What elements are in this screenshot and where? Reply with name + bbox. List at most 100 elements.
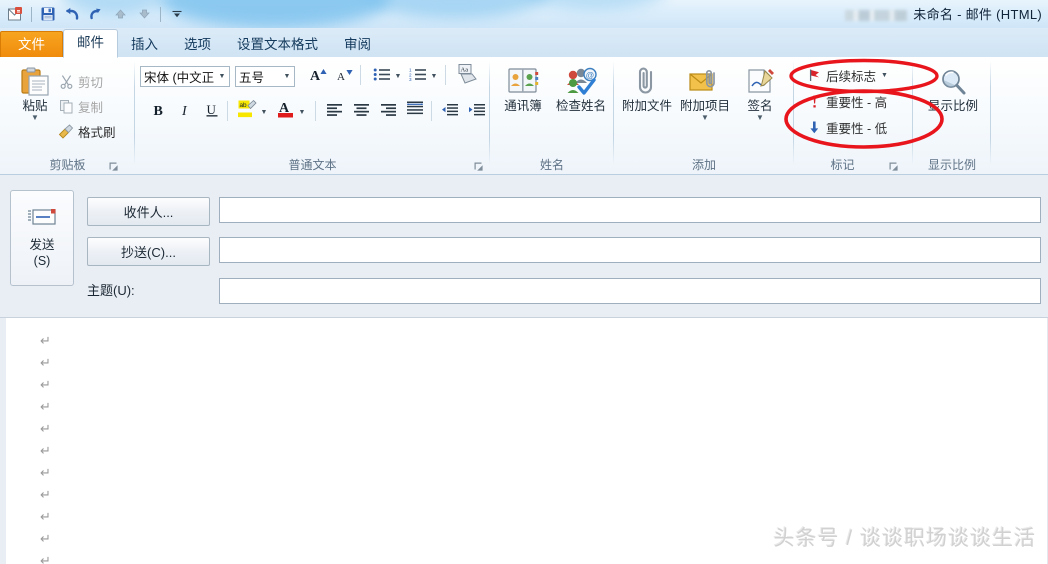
svg-text:@: @	[586, 70, 595, 80]
font-size-dropdown-icon[interactable]: ▼	[280, 67, 294, 86]
basic-text-divider-4	[315, 101, 316, 121]
follow-up-caret-icon[interactable]: ▼	[881, 72, 888, 79]
justify-button[interactable]	[404, 101, 426, 122]
format-painter-button[interactable]: 格式刷	[56, 121, 118, 141]
send-button[interactable]: 发送 (S)	[10, 190, 74, 286]
font-size-combo[interactable]: 五号 ▼	[235, 66, 295, 87]
cc-button[interactable]: 抄送(C)...	[87, 237, 210, 266]
redo-icon[interactable]	[85, 3, 107, 25]
high-importance-button[interactable]: 重要性 - 高	[804, 91, 889, 111]
clipboard-dialog-launcher[interactable]	[108, 161, 119, 172]
grow-font-icon: A	[309, 66, 328, 88]
redacted-account-name	[845, 10, 908, 22]
tags-dialog-launcher[interactable]	[888, 161, 899, 172]
customize-qat-icon[interactable]	[166, 3, 188, 25]
align-left-button[interactable]	[323, 102, 345, 123]
svg-text:I: I	[181, 104, 188, 118]
follow-up-button[interactable]: 后续标志 ▼	[804, 65, 890, 85]
underline-button[interactable]: U	[201, 102, 223, 123]
low-importance-button[interactable]: 重要性 - 低	[804, 117, 889, 137]
clear-formatting-icon: Aa	[456, 63, 480, 90]
tab-insert[interactable]: 插入	[118, 32, 171, 58]
tab-message[interactable]: 邮件	[63, 29, 118, 58]
font-name-value: 宋体 (中文正	[144, 71, 215, 85]
bold-button[interactable]: B	[148, 102, 170, 123]
attach-item-button[interactable]: 附加项目 ▼	[676, 65, 734, 122]
low-importance-label: 重要性 - 低	[826, 121, 888, 136]
check-names-button[interactable]: @ 检查姓名	[552, 65, 610, 114]
attach-file-button[interactable]: 附加文件	[618, 65, 676, 114]
high-importance-label: 重要性 - 高	[826, 95, 888, 110]
align-right-icon	[380, 103, 397, 122]
paragraph-mark: ↵	[40, 554, 51, 564]
undo-icon[interactable]	[61, 3, 83, 25]
paragraph-mark: ↵	[40, 532, 51, 547]
bullets-caret-icon[interactable]: ▼	[393, 66, 403, 86]
paste-button[interactable]: 粘贴 ▼	[7, 65, 63, 122]
cut-button[interactable]: 剪切	[56, 71, 105, 91]
address-book-button[interactable]: 通讯簿	[494, 65, 552, 114]
font-color-button[interactable]: A	[275, 101, 297, 122]
basic-text-divider-5	[431, 101, 432, 121]
next-item-icon[interactable]	[133, 3, 155, 25]
signature-caret-icon[interactable]: ▼	[734, 114, 786, 122]
paste-label: 粘贴	[22, 99, 48, 113]
signature-button[interactable]: 签名 ▼	[734, 65, 786, 122]
font-name-dropdown-icon[interactable]: ▼	[215, 67, 229, 86]
grow-font-button[interactable]: A	[307, 66, 329, 87]
align-right-button[interactable]	[377, 102, 399, 123]
ribbon-group-clipboard: 粘贴 ▼ 剪切 复制 格式刷 剪贴板	[0, 57, 135, 174]
shrink-font-button[interactable]: A	[333, 66, 355, 87]
copy-button[interactable]: 复制	[56, 96, 105, 116]
tab-options[interactable]: 选项	[171, 32, 224, 58]
outlook-icon[interactable]	[4, 3, 26, 25]
zoom-button[interactable]: 显示比例	[922, 65, 984, 114]
paste-caret-icon[interactable]: ▼	[7, 114, 63, 122]
attach-item-caret-icon[interactable]: ▼	[676, 114, 734, 122]
align-left-icon	[326, 103, 343, 122]
signature-label: 签名	[747, 99, 773, 113]
format-painter-icon	[58, 123, 74, 139]
window-title-text: 未命名 - 邮件 (HTML)	[913, 7, 1042, 22]
numbering-button[interactable]: 1 2 3	[407, 66, 429, 87]
quick-access-toolbar	[4, 2, 188, 26]
paste-icon	[7, 65, 63, 99]
basic-text-dialog-launcher[interactable]	[473, 161, 484, 172]
high-importance-icon	[806, 93, 822, 109]
tab-file[interactable]: 文件	[0, 31, 63, 58]
bullets-button[interactable]	[371, 66, 393, 87]
shrink-font-icon: A	[335, 66, 354, 88]
paragraph-mark: ↵	[40, 400, 51, 415]
svg-text:Aa: Aa	[461, 66, 469, 73]
qat-divider-2	[160, 6, 161, 22]
text-highlight-button[interactable]: ab	[235, 99, 259, 124]
clear-formatting-button[interactable]: Aa	[455, 63, 481, 90]
cc-input[interactable]	[219, 237, 1041, 263]
align-center-button[interactable]	[350, 102, 372, 123]
cut-icon	[58, 73, 74, 89]
text-highlight-caret-icon[interactable]: ▼	[259, 102, 269, 122]
signature-icon	[734, 65, 786, 99]
to-input[interactable]	[219, 197, 1041, 223]
decrease-indent-button[interactable]	[439, 102, 461, 123]
paragraph-mark: ↵	[40, 466, 51, 481]
font-size-value: 五号	[239, 71, 265, 85]
tab-format-text[interactable]: 设置文本格式	[224, 32, 331, 58]
font-color-icon: A	[277, 99, 296, 124]
ribbon-tab-strip: 文件 邮件 插入 选项 设置文本格式 审阅	[0, 28, 1048, 58]
font-color-caret-icon[interactable]: ▼	[297, 102, 307, 122]
numbering-caret-icon[interactable]: ▼	[429, 66, 439, 86]
text-highlight-icon: ab	[237, 99, 258, 124]
font-name-combo[interactable]: 宋体 (中文正 ▼	[140, 66, 230, 87]
increase-indent-button[interactable]	[466, 102, 488, 123]
tab-review[interactable]: 审阅	[331, 32, 384, 58]
paragraph-mark: ↵	[40, 510, 51, 525]
cc-button-label: 抄送(C)...	[121, 245, 176, 260]
low-importance-icon	[806, 119, 822, 135]
italic-button[interactable]: I	[175, 102, 197, 123]
to-button[interactable]: 收件人...	[87, 197, 210, 226]
svg-text:A: A	[337, 71, 345, 83]
previous-item-icon[interactable]	[109, 3, 131, 25]
subject-input[interactable]	[219, 278, 1041, 304]
save-icon[interactable]	[37, 3, 59, 25]
